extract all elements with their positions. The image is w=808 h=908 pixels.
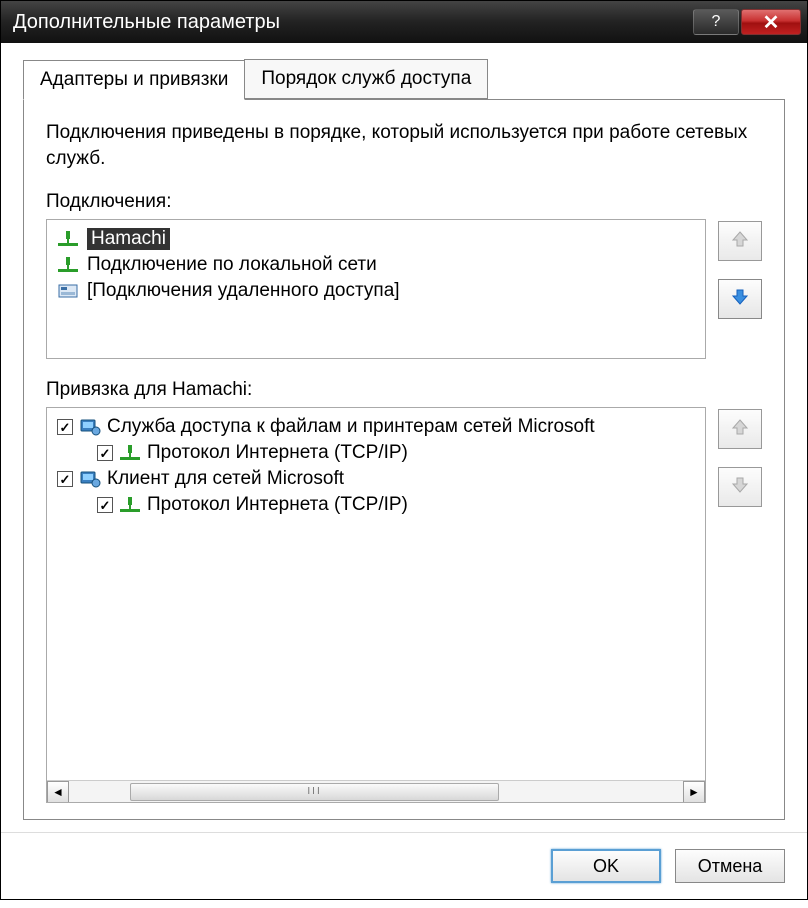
bindings-reorder-buttons (718, 407, 762, 803)
checkbox[interactable] (97, 497, 113, 513)
list-item[interactable]: [Подключения удаленного доступа] (53, 278, 699, 304)
tree-item-label: Протокол Интернета (TCP/IP) (147, 442, 408, 464)
checkbox[interactable] (57, 471, 73, 487)
dialog-button-row: OK Отмена (1, 832, 807, 899)
network-adapter-icon (119, 443, 141, 463)
triangle-right-icon: ► (688, 785, 700, 799)
scroll-left-button[interactable]: ◄ (47, 781, 69, 803)
button-label: OK (593, 856, 619, 877)
checkbox[interactable] (97, 445, 113, 461)
tree-item[interactable]: Клиент для сетей Microsoft (53, 466, 699, 492)
horizontal-scrollbar[interactable]: ◄ III ► (47, 780, 705, 802)
list-item[interactable]: Hamachi (53, 226, 699, 252)
move-down-button[interactable] (718, 467, 762, 507)
list-item-label: [Подключения удаленного доступа] (87, 280, 400, 302)
service-icon (79, 469, 101, 489)
tree-item-label: Клиент для сетей Microsoft (107, 468, 344, 490)
titlebar[interactable]: Дополнительные параметры ? ✕ (1, 1, 807, 43)
move-down-button[interactable] (718, 279, 762, 319)
network-adapter-icon (119, 495, 141, 515)
dialog-window: Дополнительные параметры ? ✕ Адаптеры и … (0, 0, 808, 900)
tab-label: Порядок служб доступа (261, 68, 471, 89)
move-up-button[interactable] (718, 409, 762, 449)
list-item-label: Подключение по локальной сети (87, 254, 377, 276)
tab-strip: Адаптеры и привязки Порядок служб доступ… (23, 59, 785, 99)
bindings-row: Служба доступа к файлам и принтерам сете… (46, 407, 762, 803)
close-icon: ✕ (763, 10, 780, 35)
bindings-content: Служба доступа к файлам и принтерам сете… (53, 414, 699, 772)
tree-item-label: Протокол Интернета (TCP/IP) (147, 494, 408, 516)
window-title: Дополнительные параметры (13, 11, 693, 34)
arrow-down-icon (729, 286, 751, 313)
content-area: Адаптеры и привязки Порядок служб доступ… (1, 43, 807, 832)
help-button[interactable]: ? (693, 9, 739, 35)
ok-button[interactable]: OK (551, 849, 661, 883)
description-text: Подключения приведены в порядке, который… (46, 120, 762, 171)
connections-reorder-buttons (718, 219, 762, 359)
bindings-listbox[interactable]: Служба доступа к файлам и принтерам сете… (46, 407, 706, 803)
tab-panel-adapters: Подключения приведены в порядке, который… (23, 99, 785, 820)
bindings-label: Привязка для Hamachi: (46, 379, 762, 401)
network-adapter-icon (57, 229, 79, 249)
tab-label: Адаптеры и привязки (40, 69, 228, 90)
button-label: Отмена (698, 856, 763, 877)
dialup-icon (57, 281, 79, 301)
help-icon: ? (712, 13, 721, 31)
network-adapter-icon (57, 255, 79, 275)
checkbox[interactable] (57, 419, 73, 435)
cancel-button[interactable]: Отмена (675, 849, 785, 883)
tree-item[interactable]: Протокол Интернета (TCP/IP) (53, 440, 699, 466)
tab-adapters[interactable]: Адаптеры и привязки (23, 60, 245, 100)
scroll-right-button[interactable]: ► (683, 781, 705, 803)
list-item[interactable]: Подключение по локальной сети (53, 252, 699, 278)
tree-item[interactable]: Служба доступа к файлам и принтерам сете… (53, 414, 699, 440)
tree-item-label: Служба доступа к файлам и принтерам сете… (107, 416, 595, 438)
tab-provider-order[interactable]: Порядок служб доступа (244, 59, 488, 99)
close-button[interactable]: ✕ (741, 9, 801, 35)
titlebar-buttons: ? ✕ (693, 9, 801, 35)
connections-row: Hamachi Подключение по локальной сети [П… (46, 219, 762, 359)
scroll-thumb[interactable]: III (130, 783, 498, 801)
arrow-down-icon (729, 474, 751, 501)
move-up-button[interactable] (718, 221, 762, 261)
tree-item[interactable]: Протокол Интернета (TCP/IP) (53, 492, 699, 518)
service-icon (79, 417, 101, 437)
connections-listbox[interactable]: Hamachi Подключение по локальной сети [П… (46, 219, 706, 359)
scroll-track[interactable]: III (69, 781, 683, 803)
connections-label: Подключения: (46, 191, 762, 213)
list-item-label: Hamachi (87, 228, 170, 250)
arrow-up-icon (729, 416, 751, 443)
triangle-left-icon: ◄ (52, 785, 64, 799)
arrow-up-icon (729, 228, 751, 255)
